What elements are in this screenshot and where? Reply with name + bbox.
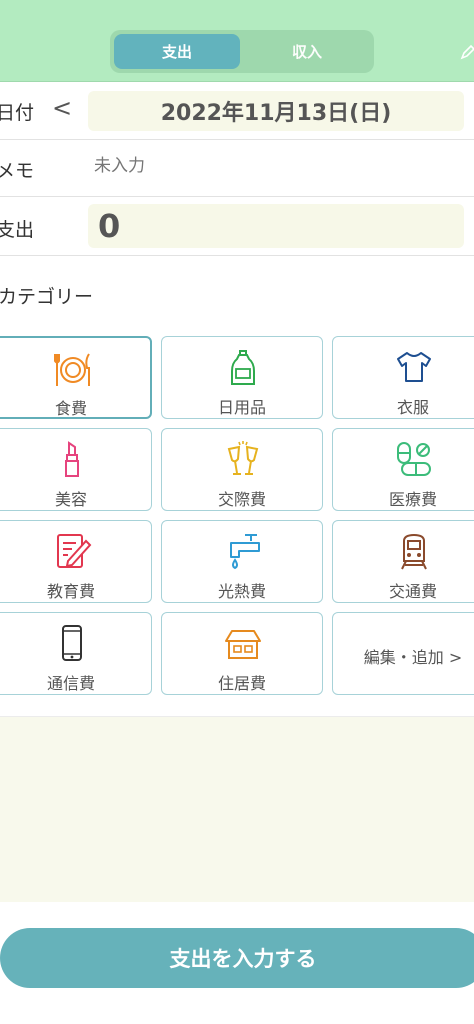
tab-income[interactable]: 収入 [244,34,370,69]
lipstick-icon [65,441,79,477]
amount-input[interactable]: 0 [88,204,464,248]
faucet-icon [230,534,260,570]
expense-label: 支出 [0,219,35,241]
category-housing[interactable]: 住居費 [161,612,323,695]
house-icon [225,630,261,659]
category-title: カテゴリー [0,286,94,308]
date-label: 日付 [0,102,35,124]
category-telecom[interactable]: 通信費 [0,612,152,695]
train-icon [401,533,427,570]
notebook-pencil-icon [57,534,92,568]
chevron-left-icon[interactable]: < [52,94,72,122]
smartphone-icon [62,625,82,661]
category-label: 教育費 [46,582,95,601]
tab-expense[interactable]: 支出 [114,34,240,69]
memo-row: メモ [0,140,474,197]
memo-label: メモ [0,160,35,182]
category-label: 食費 [54,399,87,418]
pencil-icon[interactable] [460,44,474,60]
category-social[interactable]: 交際費 [161,428,323,511]
date-row: 日付 < 2022年11月13日(日) [0,82,474,140]
empty-content-area [0,716,474,902]
category-label: 交通費 [388,582,437,601]
header-bar: 支出 収入 [0,0,474,82]
edit-add-label: 編集・追加 > [363,648,463,667]
edit-add-category-button[interactable]: 編集・追加 > [332,612,474,695]
category-clothing[interactable]: 衣服 [332,336,474,419]
category-beauty[interactable]: 美容 [0,428,152,511]
food-icon [54,353,90,386]
category-label: 医療費 [388,490,437,509]
category-label: 光熱費 [217,582,266,601]
category-label: 通信費 [46,674,95,693]
category-label: 日用品 [217,398,266,417]
category-utilities[interactable]: 光熱費 [161,520,323,603]
shirt-icon [397,352,431,382]
detergent-bottle-icon [231,350,255,385]
expense-row: 支出 0 [0,197,474,256]
toast-glasses-icon [227,441,259,475]
date-value[interactable]: 2022年11月13日(日) [88,91,464,131]
memo-input[interactable] [94,156,434,176]
pills-icon [397,442,431,476]
submit-expense-button[interactable]: 支出を入力する [0,928,474,988]
category-label: 交際費 [217,490,266,509]
type-segment-control: 支出 収入 [110,30,374,73]
category-label: 住居費 [217,674,266,693]
category-transport[interactable]: 交通費 [332,520,474,603]
category-label: 美容 [54,490,87,509]
category-education[interactable]: 教育費 [0,520,152,603]
category-daily-goods[interactable]: 日用品 [161,336,323,419]
category-label: 衣服 [396,398,429,417]
category-medical[interactable]: 医療費 [332,428,474,511]
category-food[interactable]: 食費 [0,336,152,419]
